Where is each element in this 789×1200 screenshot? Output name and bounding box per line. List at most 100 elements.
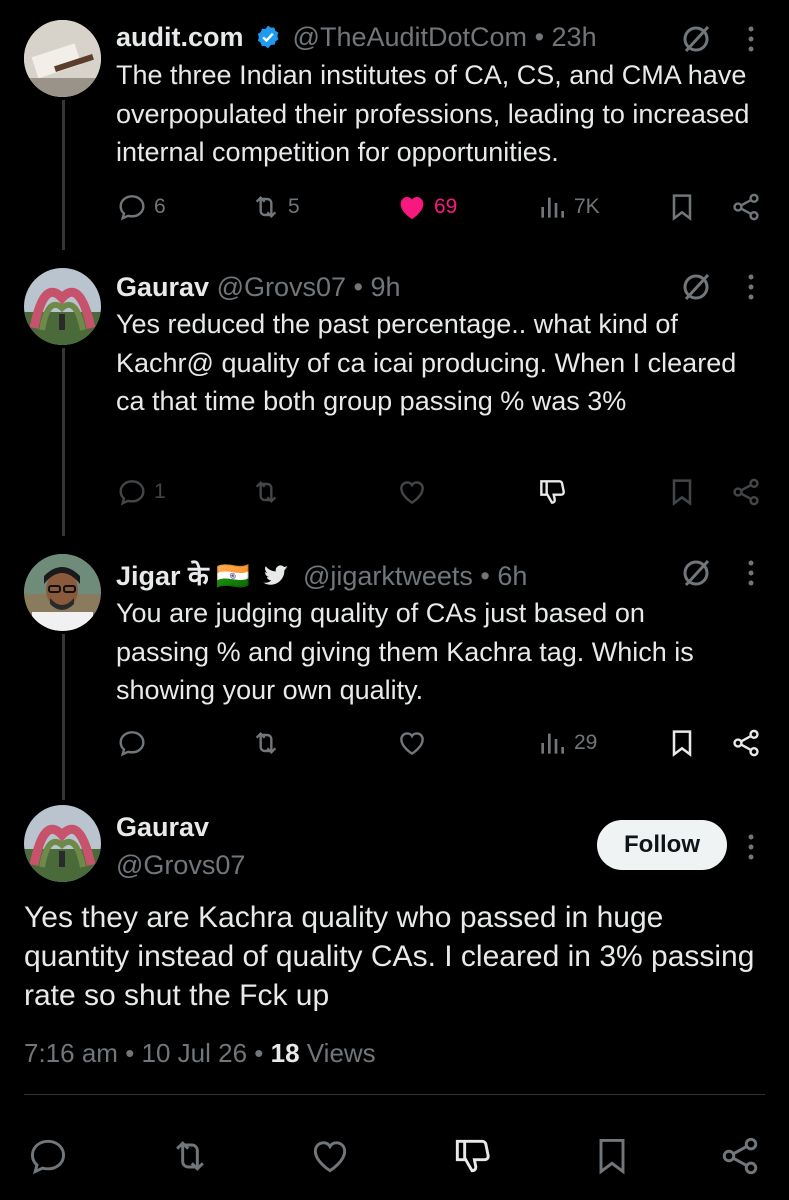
tweet-header: audit.com @TheAuditDotCom • 23h <box>116 22 759 53</box>
retweet-button[interactable] <box>168 1134 212 1178</box>
like-count: 69 <box>434 195 458 218</box>
dislike-button[interactable] <box>450 1134 494 1178</box>
tweet-gaurav-reply[interactable]: Gaurav @Grovs07 • 9h Yes reduced the pas… <box>0 250 789 536</box>
like-button[interactable]: 69 <box>396 187 457 227</box>
views-icon <box>541 733 564 754</box>
bookmark-button[interactable] <box>590 1134 634 1178</box>
views-count: 7K <box>574 195 600 218</box>
bookmark-icon <box>672 194 692 221</box>
retweet-button[interactable] <box>250 723 282 763</box>
retweet-icon <box>255 480 277 504</box>
like-icon <box>313 1141 347 1173</box>
like-icon <box>400 481 424 505</box>
grok-icon[interactable] <box>680 270 714 304</box>
display-name[interactable]: Gaurav <box>116 812 209 843</box>
avatar[interactable] <box>24 20 101 97</box>
reply-button[interactable] <box>26 1134 70 1178</box>
retweet-icon <box>176 1141 204 1171</box>
display-name[interactable]: Jigar के 🇮🇳 <box>116 561 250 591</box>
display-name[interactable]: Gaurav <box>116 272 209 302</box>
dislike-button[interactable] <box>536 472 568 512</box>
handle[interactable]: @TheAuditDotCom <box>293 22 528 52</box>
reply-icon <box>119 195 145 221</box>
retweet-icon <box>255 195 277 219</box>
share-button[interactable] <box>718 1134 762 1178</box>
tweet-audit[interactable]: audit.com @TheAuditDotCom • 23h The thre… <box>0 0 789 250</box>
views-button[interactable]: 7K <box>536 187 600 227</box>
bookmark-icon <box>672 730 692 757</box>
avatar[interactable] <box>24 805 101 882</box>
more-icon[interactable] <box>746 832 756 862</box>
reply-icon <box>119 731 145 757</box>
thread-line <box>62 348 65 536</box>
tweet-text: You are judging quality of CAs just base… <box>116 598 694 705</box>
avatar[interactable] <box>24 554 101 631</box>
grok-icon[interactable] <box>680 556 714 590</box>
verified-badge-icon <box>257 25 279 49</box>
views-icon <box>541 197 564 218</box>
avatar[interactable] <box>24 268 101 345</box>
timestamp[interactable]: 23h <box>552 22 597 52</box>
bookmark-icon <box>599 1138 625 1175</box>
views-count: 18 <box>270 1038 300 1068</box>
reply-button[interactable] <box>116 723 148 763</box>
bookmark-icon <box>672 479 692 506</box>
reply-button[interactable]: 1 <box>116 472 166 512</box>
tweet-meta: 7:16 am • 10 Jul 26 • 18 Views <box>24 1038 376 1069</box>
retweet-button[interactable]: 5 <box>250 187 300 227</box>
main-tweet-actions <box>0 1134 789 1178</box>
reply-count: 1 <box>154 480 166 503</box>
reply-icon <box>119 480 145 506</box>
share-icon <box>722 1137 758 1175</box>
handle[interactable]: @Grovs07 <box>116 850 245 881</box>
retweet-count: 5 <box>288 195 300 218</box>
grok-icon[interactable] <box>680 22 714 56</box>
tweet-actions: 29 <box>110 723 770 763</box>
post-time[interactable]: 7:16 am <box>24 1038 118 1068</box>
tweet-text: The three Indian institutes of CA, CS, a… <box>116 60 750 167</box>
retweet-icon <box>255 731 277 755</box>
tweet-header: Gaurav @Grovs07 • 9h <box>116 272 759 303</box>
post-date[interactable]: 10 Jul 26 <box>142 1038 248 1068</box>
more-icon[interactable] <box>746 558 756 588</box>
like-icon <box>400 197 424 219</box>
views-button[interactable]: 29 <box>536 723 597 763</box>
handle[interactable]: @jigarktweets <box>303 561 473 591</box>
bookmark-button[interactable] <box>666 187 698 227</box>
more-icon[interactable] <box>746 272 756 302</box>
like-button[interactable] <box>396 472 428 512</box>
tweet-actions: 6 5 69 7K <box>110 187 770 227</box>
share-icon <box>733 193 759 221</box>
reply-icon <box>30 1139 66 1175</box>
share-icon <box>733 478 759 506</box>
display-name[interactable]: audit.com <box>116 22 244 52</box>
thread-line <box>62 634 65 800</box>
handle[interactable]: @Grovs07 <box>217 272 346 302</box>
reply-button[interactable]: 6 <box>116 187 166 227</box>
separator: • <box>353 272 363 302</box>
more-icon[interactable] <box>746 24 756 54</box>
like-button[interactable] <box>308 1134 352 1178</box>
share-button[interactable] <box>730 472 762 512</box>
like-button[interactable] <box>396 723 428 763</box>
dislike-icon <box>540 480 565 504</box>
separator: • <box>534 22 545 52</box>
retweet-button[interactable] <box>250 472 282 512</box>
bird-icon <box>263 565 289 585</box>
timestamp[interactable]: 6h <box>497 561 527 591</box>
tweet-text: Yes reduced the past percentage.. what k… <box>116 309 737 416</box>
views-count: 29 <box>574 731 598 754</box>
share-button[interactable] <box>730 187 762 227</box>
follow-button[interactable]: Follow <box>597 820 727 870</box>
like-icon <box>400 732 424 756</box>
bookmark-button[interactable] <box>666 472 698 512</box>
timestamp[interactable]: 9h <box>371 272 401 302</box>
separator: • <box>254 1038 264 1068</box>
reply-count: 6 <box>154 195 166 218</box>
bookmark-button[interactable] <box>666 723 698 763</box>
views-label[interactable]: Views <box>307 1038 376 1068</box>
share-button[interactable] <box>730 723 762 763</box>
tweet-header: Jigar के 🇮🇳 @jigarktweets • 6h <box>116 556 759 593</box>
tweet-jigar[interactable]: Jigar के 🇮🇳 @jigarktweets • 6h You are j… <box>0 536 789 800</box>
dislike-icon <box>455 1139 490 1173</box>
